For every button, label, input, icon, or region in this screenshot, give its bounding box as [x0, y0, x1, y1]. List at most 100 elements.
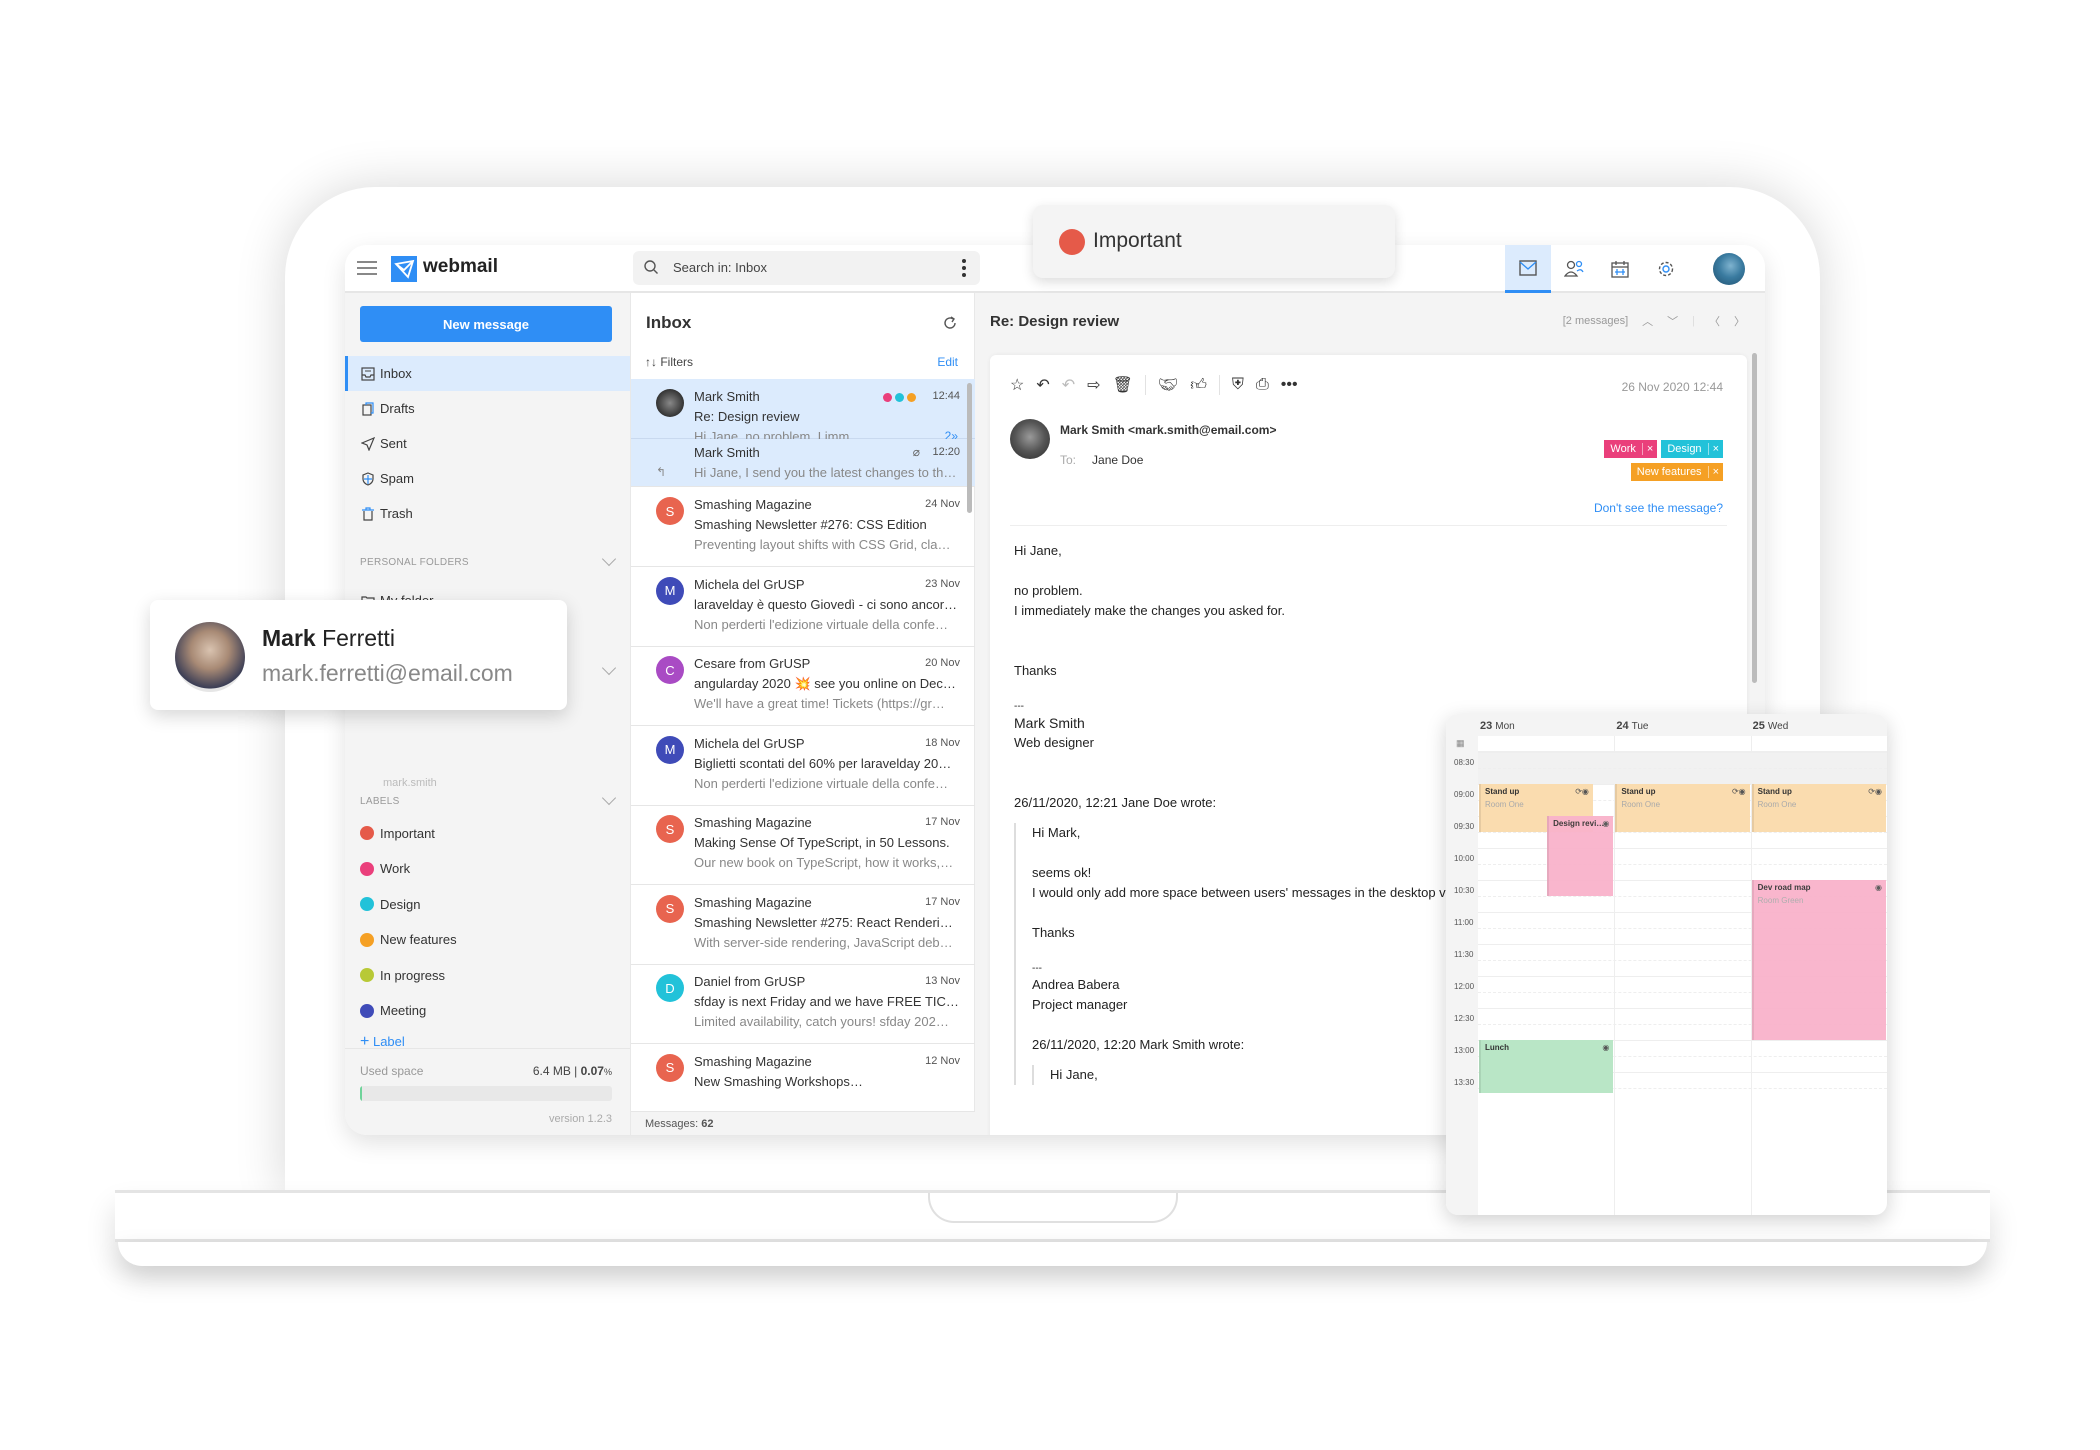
contact-card[interactable]: Mark Ferretti mark.ferretti@email.com	[150, 600, 567, 710]
chevron-down-icon[interactable]	[601, 660, 617, 676]
visibility-icon: ◉	[1602, 819, 1610, 828]
sidebar-item-sent[interactable]: Sent	[345, 426, 630, 461]
time-label: 10:30	[1454, 886, 1475, 895]
sidebar-label-important[interactable]: Important	[360, 823, 435, 843]
mail-tab[interactable]	[1505, 245, 1551, 293]
calendar-event[interactable]: Dev road map Room Green ◉	[1751, 880, 1886, 1040]
message-row[interactable]: S Smashing Magazine Making Sense Of TypeSc…	[631, 805, 976, 885]
message-row[interactable]: M Michela del GrUSP Biglietti scontati del…	[631, 726, 976, 806]
message-date: 23 Nov	[925, 577, 960, 590]
sidebar-label-new-features[interactable]: New features	[360, 930, 457, 950]
calendar-event[interactable]: Design revi… ◉	[1547, 816, 1614, 896]
remove-tag-icon[interactable]: ×	[1707, 443, 1723, 455]
sidebar-item-drafts[interactable]: Drafts	[345, 391, 630, 426]
used-space-bar	[360, 1086, 612, 1101]
remove-tag-icon[interactable]: ×	[1641, 443, 1657, 455]
message-preview: Our new book on TypeScript, how it works…	[694, 855, 954, 870]
contacts-tab[interactable]	[1551, 245, 1597, 293]
label-color-dot	[360, 1003, 374, 1018]
edit-button[interactable]: Edit	[937, 355, 958, 369]
next-icon[interactable]: 〉	[1734, 313, 1745, 329]
chevron-down-icon[interactable]: ﹀	[1667, 313, 1678, 329]
half-hour-line	[1478, 768, 1887, 769]
sender[interactable]: Mark Smith <mark.smith@email.com>	[1060, 423, 1276, 437]
more-icon[interactable]: •••	[1281, 376, 1298, 394]
remove-tag-icon[interactable]: ×	[1707, 466, 1723, 478]
sender-avatar	[1010, 419, 1050, 459]
sidebar-item-label: Inbox	[380, 366, 412, 381]
calendar-event[interactable]: Stand up Room One ⟳◉	[1751, 784, 1886, 832]
sender-avatar: D	[656, 974, 684, 1002]
chevron-down-icon[interactable]	[601, 551, 617, 567]
sent-icon	[360, 436, 376, 452]
message-from: Smashing Magazine	[694, 894, 812, 910]
contacts-icon	[1564, 260, 1584, 277]
calendar-event[interactable]: Stand up Room One ⟳◉	[1615, 784, 1750, 832]
tag-design: Design ×	[1661, 440, 1723, 458]
print-icon[interactable]: ⎙	[1256, 376, 1269, 394]
time-label: 11:00	[1454, 918, 1474, 927]
handshake-icon[interactable]: 🤝︎	[1158, 375, 1178, 395]
list-scrollbar[interactable]	[967, 383, 972, 513]
message-date: 18 Nov	[925, 736, 960, 749]
reader-scrollbar[interactable]	[1752, 353, 1757, 683]
message-row[interactable]: S Smashing Magazine New Smashing Workshops…	[631, 1044, 976, 1110]
message-subject: Making Sense Of TypeScript, in 50 Lesson…	[694, 835, 950, 850]
message-row[interactable]: S Smashing Magazine Smashing Newsletter #2…	[631, 885, 976, 965]
thread-row[interactable]: Mark Smith 12:44 Re: Design review Hi Ja…	[631, 379, 976, 444]
search-input[interactable]: Search in: Inbox	[633, 251, 980, 285]
label-chip[interactable]: Important	[1033, 205, 1395, 278]
spam-shield-icon[interactable]: ⛨	[1232, 376, 1244, 394]
message-row[interactable]: S Smashing Magazine Smashing Newsletter #2…	[631, 487, 976, 567]
forward-icon[interactable]: ⇨	[1087, 375, 1100, 395]
calendar-day-header[interactable]: 23 Mon	[1480, 720, 1515, 732]
dont-see-message-link[interactable]: Don't see the message?	[1594, 501, 1723, 515]
labels-title: LABELS	[360, 796, 400, 807]
message-subject: sfday is next Friday and we have FREE TI…	[694, 994, 959, 1009]
previous-icon[interactable]: 〈	[1709, 313, 1720, 329]
sidebar-item-trash[interactable]: Trash	[345, 496, 630, 531]
reply-icon[interactable]: ↶	[1036, 375, 1049, 395]
more-options-icon[interactable]	[962, 259, 966, 277]
message-from: Michela del GrUSP	[694, 735, 805, 751]
message-row[interactable]: M Michela del GrUSP laravelday è questo Gi…	[631, 567, 976, 647]
chevron-up-icon[interactable]: ︿	[1642, 313, 1653, 329]
label-dot	[907, 393, 916, 402]
sidebar-label-work[interactable]: Work	[360, 859, 410, 879]
contact-name: Mark Ferretti	[262, 625, 395, 651]
user-avatar[interactable]	[1713, 253, 1745, 285]
refresh-icon[interactable]	[942, 315, 958, 336]
laptop-base-lip	[118, 1242, 1987, 1266]
star-icon[interactable]: ☆	[1010, 375, 1024, 395]
message-row[interactable]: D Daniel from GrUSP sfday is next Friday a…	[631, 964, 976, 1044]
calendar-day-header[interactable]: 24 Tue	[1616, 720, 1648, 732]
sidebar-item-spam[interactable]: Spam	[345, 461, 630, 496]
label-color-dot	[360, 932, 374, 947]
sidebar-item-inbox[interactable]: Inbox	[345, 356, 630, 391]
sidebar-label-design[interactable]: Design	[360, 894, 420, 914]
menu-icon[interactable]	[357, 261, 377, 275]
sidebar-label-meeting[interactable]: Meeting	[360, 1001, 426, 1021]
filters-button[interactable]: ↑↓ Filters	[645, 355, 693, 369]
used-space-value: 6.4 MB | 0.07%	[532, 1064, 612, 1078]
sidebar-item-label: Sent	[380, 436, 407, 451]
sidebar-item-label: Spam	[380, 471, 414, 486]
thread-child-row[interactable]: Mark Smith ⌀ 12:20 ↰ Hi Jane, I send you…	[631, 439, 976, 487]
calendar-day-header[interactable]: 25 Wed	[1753, 720, 1789, 732]
recurring-visibility-icon: ⟳◉	[1868, 787, 1882, 796]
delete-icon[interactable]: 🗑︎	[1113, 375, 1133, 395]
thumbs-up-icon[interactable]: 👍︎	[1190, 376, 1207, 395]
calendar-tab[interactable]	[1597, 245, 1643, 293]
message-row[interactable]: C Cesare from GrUSP angularday 2020 💥 see …	[631, 646, 976, 726]
chevron-down-icon[interactable]	[601, 790, 617, 806]
reply-all-icon[interactable]: ↶	[1062, 375, 1075, 395]
tag-new-features: New features ×	[1630, 463, 1723, 481]
settings-tab[interactable]	[1643, 245, 1689, 293]
message-from: Smashing Magazine	[694, 497, 812, 512]
used-space-label: Used space	[360, 1064, 424, 1078]
sidebar-label-in-progress[interactable]: In progress	[360, 965, 445, 985]
new-message-button[interactable]: New message	[360, 306, 612, 342]
search-icon	[643, 259, 659, 280]
calendar-event[interactable]: Lunch ◉	[1479, 1040, 1614, 1094]
recurring-visibility-icon: ⟳◉	[1731, 787, 1746, 796]
